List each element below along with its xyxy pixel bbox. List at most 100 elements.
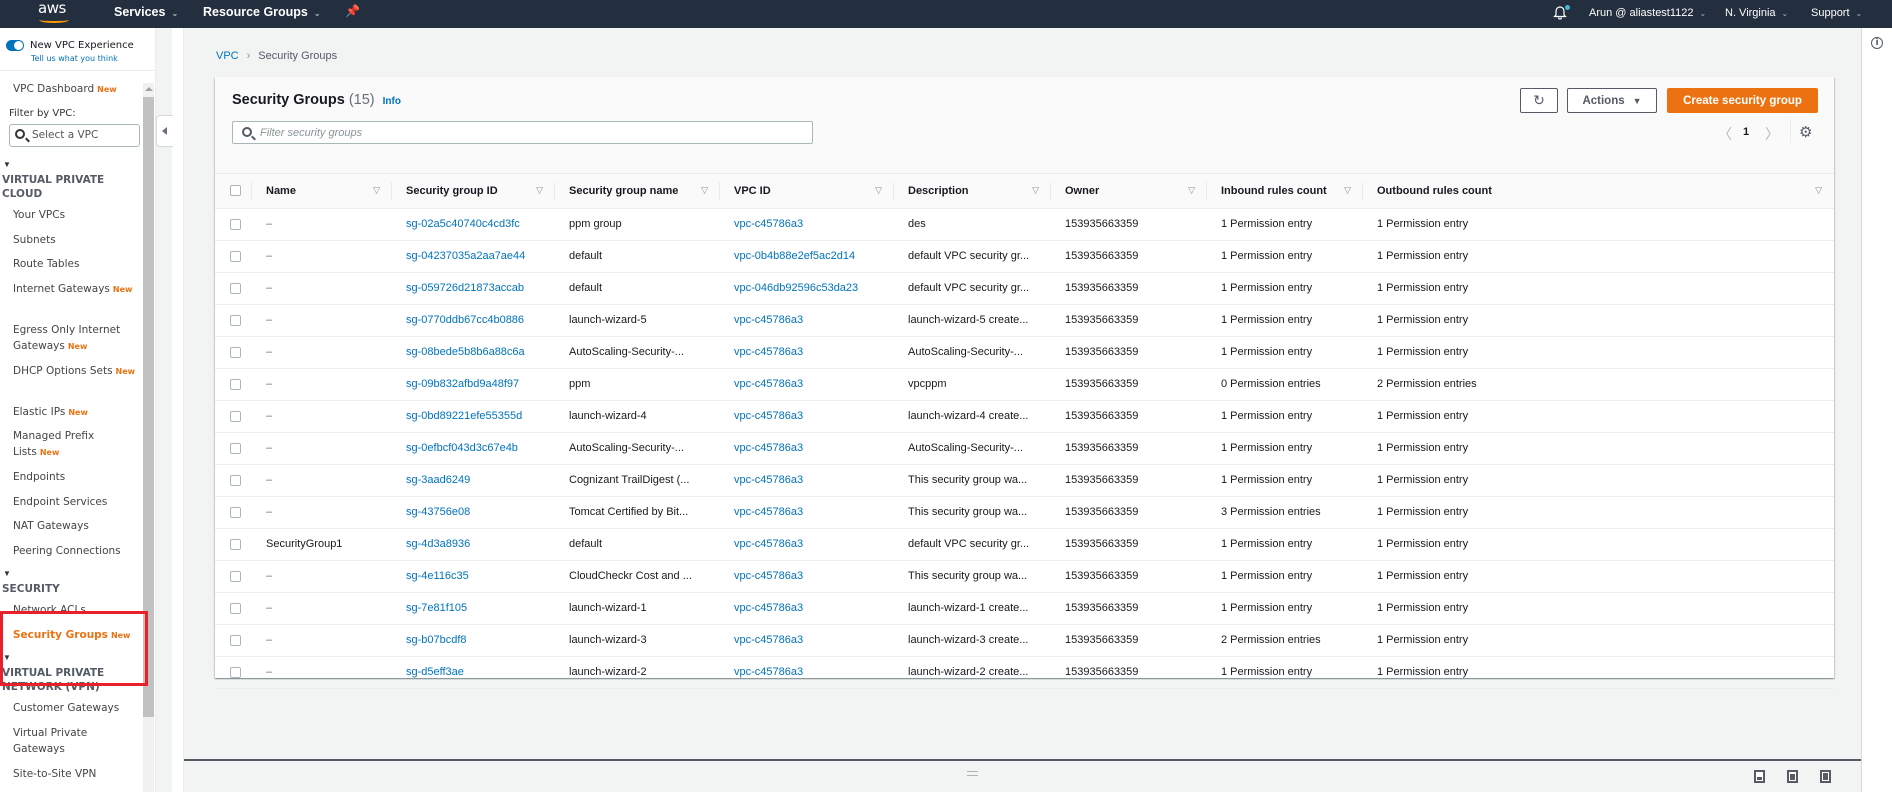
sort-icon[interactable]: ▽ [1815,185,1822,196]
sort-icon[interactable]: ▽ [536,185,543,196]
settings-gear-icon[interactable]: ⚙ [1799,123,1812,141]
cell-sg-id[interactable]: sg-09b832afbd9a48f97 [392,368,555,401]
cell-sg-id[interactable]: sg-04237035a2aa7ae44 [392,240,555,273]
row-checkbox[interactable] [230,666,241,678]
row-checkbox[interactable] [230,570,241,582]
table-row[interactable]: – sg-0770ddb67cc4b0886 launch-wizard-5 vpc-… [215,304,1834,337]
sidebar-item-dhcp-options-sets[interactable]: DHCP Options Sets New [13,363,138,380]
info-icon[interactable]: i [1871,37,1883,49]
create-security-group-button[interactable]: Create security group [1667,88,1818,113]
table-row[interactable]: – sg-09b832afbd9a48f97 ppm vpc-c45786a3 vpcp… [215,368,1834,401]
drag-handle-icon[interactable] [967,771,978,776]
table-row[interactable]: – sg-0bd89221efe55355d launch-wizard-4 vpc-… [215,400,1834,433]
row-checkbox[interactable] [230,634,241,646]
row-checkbox[interactable] [230,378,241,390]
region-menu[interactable]: N. Virginia ⌄ [1725,7,1788,19]
table-row[interactable]: – sg-7e81f105 launch-wizard-1 vpc-c45786a3 l… [215,592,1834,625]
row-checkbox[interactable] [230,602,241,614]
row-checkbox[interactable] [230,218,241,230]
row-checkbox[interactable] [230,538,241,550]
table-row[interactable]: – sg-d5eff3ae launch-wizard-2 vpc-c45786a3 l… [215,656,1834,689]
table-row[interactable]: – sg-0efbcf043d3c67e4b AutoScaling-Securit… [215,432,1834,465]
row-checkbox[interactable] [230,410,241,422]
sort-icon[interactable]: ▽ [1032,185,1039,196]
cell-sg-id[interactable]: sg-b07bcdf8 [392,624,555,657]
row-checkbox[interactable] [230,282,241,294]
cell-vpc-id[interactable]: vpc-c45786a3 [720,336,894,369]
previous-page-button[interactable]: 〈 [1718,124,1732,144]
account-menu[interactable]: Arun @ aliastest1122 ⌄ [1589,7,1706,19]
split-bottom-small-icon[interactable] [1754,770,1765,783]
column-header-inbound-rules-count[interactable]: Inbound rules count ▽ [1207,174,1363,209]
row-checkbox[interactable] [230,250,241,262]
column-header-description[interactable]: Description ▽ [894,174,1051,209]
info-link[interactable]: Info [383,96,401,107]
sidebar-item-customer-gateways[interactable]: Customer Gateways [13,700,138,716]
row-checkbox[interactable] [230,442,241,454]
cell-vpc-id[interactable]: vpc-c45786a3 [720,656,894,689]
row-checkbox[interactable] [230,346,241,358]
column-header-outbound-rules-count[interactable]: Outbound rules count ▽ [1363,174,1834,209]
breadcrumb-vpc-link[interactable]: VPC [216,50,239,62]
cell-vpc-id[interactable]: vpc-c45786a3 [720,528,894,561]
table-row[interactable]: – sg-b07bcdf8 launch-wizard-3 vpc-c45786a3 l… [215,624,1834,657]
section-toggle-icon[interactable]: ▼ [3,160,11,169]
cell-vpc-id[interactable]: vpc-c45786a3 [720,624,894,657]
support-menu[interactable]: Support ⌄ [1811,7,1862,19]
sidebar-item-egress-only-internet-gateways[interactable]: Egress Only Internet Gateways New [13,322,138,355]
cell-vpc-id[interactable]: vpc-c45786a3 [720,496,894,529]
next-page-button[interactable]: 〉 [1765,124,1779,144]
sidebar-item-subnets[interactable]: Subnets [13,232,138,248]
sidebar-item-route-tables[interactable]: Route Tables [13,256,138,272]
cell-vpc-id[interactable]: vpc-c45786a3 [720,560,894,593]
cell-vpc-id[interactable]: vpc-0b4b88e2ef5ac2d14 [720,240,894,273]
sidebar-item-site-to-site-vpn[interactable]: Site-to-Site VPN [13,766,138,782]
sort-icon[interactable]: ▽ [701,185,708,196]
cell-sg-id[interactable]: sg-059726d21873accab [392,272,555,305]
table-row[interactable]: SecurityGroup1 sg-4d3a8936 default vpc-c457… [215,528,1834,561]
aws-logo[interactable]: aws [36,0,72,28]
sort-icon[interactable]: ▽ [1344,185,1351,196]
row-checkbox[interactable] [230,314,241,326]
select-all-checkbox[interactable] [230,185,241,197]
cell-sg-id[interactable]: sg-02a5c40740c4cd3fc [392,208,555,241]
feedback-link[interactable]: Tell us what you think [31,54,118,63]
sidebar-item-elastic-ips[interactable]: Elastic IPs New [13,404,138,421]
cell-sg-id[interactable]: sg-0770ddb67cc4b0886 [392,304,555,337]
cell-sg-id[interactable]: sg-d5eff3ae [392,656,555,689]
cell-sg-id[interactable]: sg-4d3a8936 [392,528,555,561]
table-row[interactable]: – sg-04237035a2aa7ae44 default vpc-0b4b88e2… [215,240,1834,273]
sidebar-item-nat-gateways[interactable]: NAT Gateways [13,518,138,534]
sidebar-item-vpc-dashboard[interactable]: VPC Dashboard New [13,81,138,98]
column-header-name[interactable]: Name ▽ [252,174,392,209]
column-header-security-group-name[interactable]: Security group name ▽ [555,174,720,209]
cell-vpc-id[interactable]: vpc-c45786a3 [720,304,894,337]
cell-vpc-id[interactable]: vpc-046db92596c53da23 [720,272,894,305]
vpc-filter-select[interactable]: Select a VPC [9,124,140,147]
table-row[interactable]: – sg-059726d21873accab default vpc-046db925… [215,272,1834,305]
cell-sg-id[interactable]: sg-7e81f105 [392,592,555,625]
section-toggle-icon[interactable]: ▼ [3,569,11,578]
new-experience-toggle[interactable] [6,40,24,51]
sort-icon[interactable]: ▽ [875,185,882,196]
column-header-security-group-id[interactable]: Security group ID ▽ [392,174,555,209]
table-row[interactable]: – sg-08bede5b8b6a88c6a AutoScaling-Securit… [215,336,1834,369]
sidebar-item-internet-gateways[interactable]: Internet Gateways New [13,281,138,298]
sidebar-item-endpoint-services[interactable]: Endpoint Services [13,494,138,510]
filter-input-field[interactable] [260,124,800,141]
sidebar-item-virtual-private-gateways[interactable]: Virtual Private Gateways [13,725,138,757]
notifications-bell-icon[interactable] [1553,4,1570,22]
split-bottom-medium-icon[interactable] [1787,770,1798,783]
cell-vpc-id[interactable]: vpc-c45786a3 [720,400,894,433]
column-header-owner[interactable]: Owner ▽ [1051,174,1207,209]
sidebar-item-managed-prefix-lists[interactable]: Managed Prefix Lists New [13,428,138,461]
cell-sg-id[interactable]: sg-3aad6249 [392,464,555,497]
column-header-vpc-id[interactable]: VPC ID ▽ [720,174,894,209]
row-checkbox[interactable] [230,506,241,518]
refresh-button[interactable]: ↻ [1520,88,1558,113]
cell-sg-id[interactable]: sg-08bede5b8b6a88c6a [392,336,555,369]
actions-button[interactable]: Actions ▼ [1567,88,1657,113]
sort-icon[interactable]: ▽ [373,185,380,196]
split-bottom-full-icon[interactable] [1820,770,1831,783]
sidebar-item-peering-connections[interactable]: Peering Connections [13,543,138,559]
